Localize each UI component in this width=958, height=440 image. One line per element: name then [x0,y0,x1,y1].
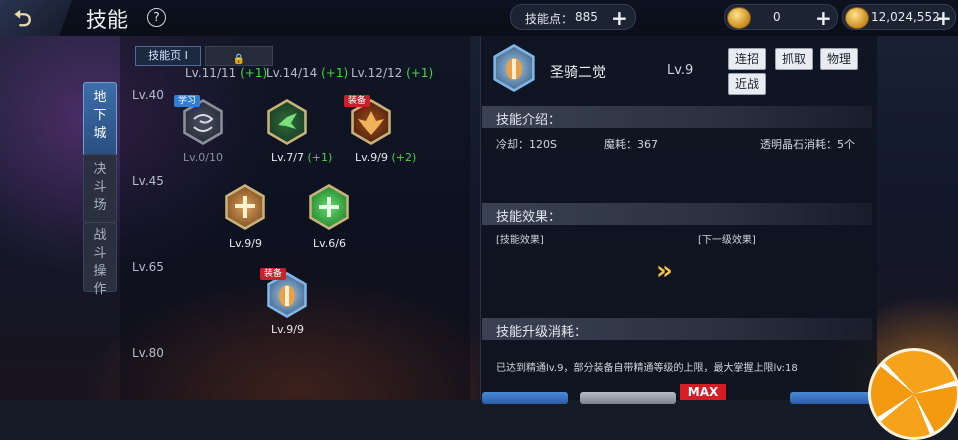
tag-physical: 物理 [820,48,859,70]
tab-arena-label: 决斗场 [93,162,107,213]
orange-slice-logo [868,348,958,440]
back-arrow-icon: ⮌ [14,7,32,32]
green-bird-icon [278,113,297,129]
top-bar: ⮌ 技能 ? 技能点： 885 + 0 + 12,024,552 + [0,0,958,36]
tab-battle-controls-label: 战斗操作 [93,228,107,297]
add-currency-1-button[interactable]: + [815,6,832,30]
tag-melee: 近战 [728,73,767,95]
section-skill-effect: 技能效果： [482,203,872,225]
current-effect-label: [技能效果] [496,235,544,246]
skill-points-display: 技能点： 885 + [510,4,636,30]
skill-cross-light[interactable] [222,184,268,230]
green-cross-icon [319,197,339,217]
add-currency-2-button[interactable]: + [935,6,952,30]
lock-icon: 🔒 [232,54,246,65]
bottom-middle-button[interactable] [580,392,676,404]
selected-skill-name: 圣骑二觉 [550,65,606,81]
level-row-40: Lv.40 [132,88,164,102]
skill-page-tab[interactable]: 技能页 I [135,46,201,66]
level-row-80: Lv.80 [132,346,164,360]
equip-badge: 装备 [260,268,287,280]
mana-cost-text: 魔耗：367 [604,138,658,151]
tag-grab: 抓取 [775,48,814,70]
add-skill-points-button[interactable]: + [611,6,628,30]
top-level-label-1: Lv.11/11 (+1) [185,66,268,80]
gold-coin-icon [845,7,869,29]
holy-cross-icon [235,196,255,218]
skill-bird-level: Lv.7/7 (+1) [271,151,333,164]
skill-points-value: 885 [575,10,598,24]
cooldown-text: 冷却：120S [496,138,557,151]
skill-paladin[interactable]: 装备 [260,268,310,318]
skill-wind-level: Lv.0/10 [183,151,223,164]
skill-bird[interactable] [264,99,310,145]
bottom-left-button[interactable] [482,392,568,404]
skill-phoenix-level: Lv.9/9 (+2) [355,151,417,164]
level-row-65: Lv.65 [132,260,164,274]
upgrade-note-text: 已达到精通lv.9，部分装备自带精通等级的上限，最大掌握上限lv:18 [496,363,798,374]
tab-arena[interactable]: 决斗场 [83,154,117,224]
currency-1-display: 0 + [724,4,838,30]
skill-wind[interactable]: 学习 [174,95,226,145]
top-level-label-2: Lv.14/14 (+1) [266,66,349,80]
max-badge: MAX [680,384,726,400]
equip-badge: 装备 [344,95,371,107]
selected-skill-level: Lv.9 [667,63,694,78]
coin-icon [727,7,751,29]
skill-paladin-level: Lv.9/9 [271,323,304,336]
skill-phoenix[interactable]: 装备 [344,95,394,145]
tab-dungeon-label: 地下城 [93,90,107,141]
tab-battle-controls[interactable]: 战斗操作 [83,222,117,297]
skill-points-label: 技能点： [525,12,574,26]
level-row-45: Lv.45 [132,174,164,188]
skill-green-cross-level: Lv.6/6 [313,237,346,250]
currency-2-value: 12,024,552 [871,10,940,24]
currency-1-value: 0 [773,10,781,24]
locked-page-tab[interactable]: 🔒 [205,46,273,66]
tag-combo: 连招 [728,48,767,70]
skill-tree-panel [120,36,470,400]
skill-green-cross[interactable] [306,184,352,230]
section-upgrade-cost: 技能升级消耗： [482,318,872,340]
page-title: 技能 [86,8,128,32]
next-effect-label: [下一级效果] [698,235,756,246]
paladin-helmet-icon [506,58,522,80]
section-skill-intro: 技能介绍： [482,106,872,128]
learn-badge: 学习 [174,95,201,107]
back-button[interactable]: ⮌ [0,0,72,36]
bottom-right-button[interactable] [790,392,876,404]
tab-dungeon[interactable]: 地下城 [83,82,117,156]
crystal-cost-text: 透明晶石消耗：5个 [760,138,855,151]
selected-skill-icon [490,44,538,92]
next-arrow-icon: » [656,256,673,286]
top-level-label-3: Lv.12/12 (+1) [351,66,434,80]
help-icon[interactable]: ? [147,8,166,27]
currency-2-display: 12,024,552 + [842,4,956,30]
skill-cross-light-level: Lv.9/9 [229,237,262,250]
